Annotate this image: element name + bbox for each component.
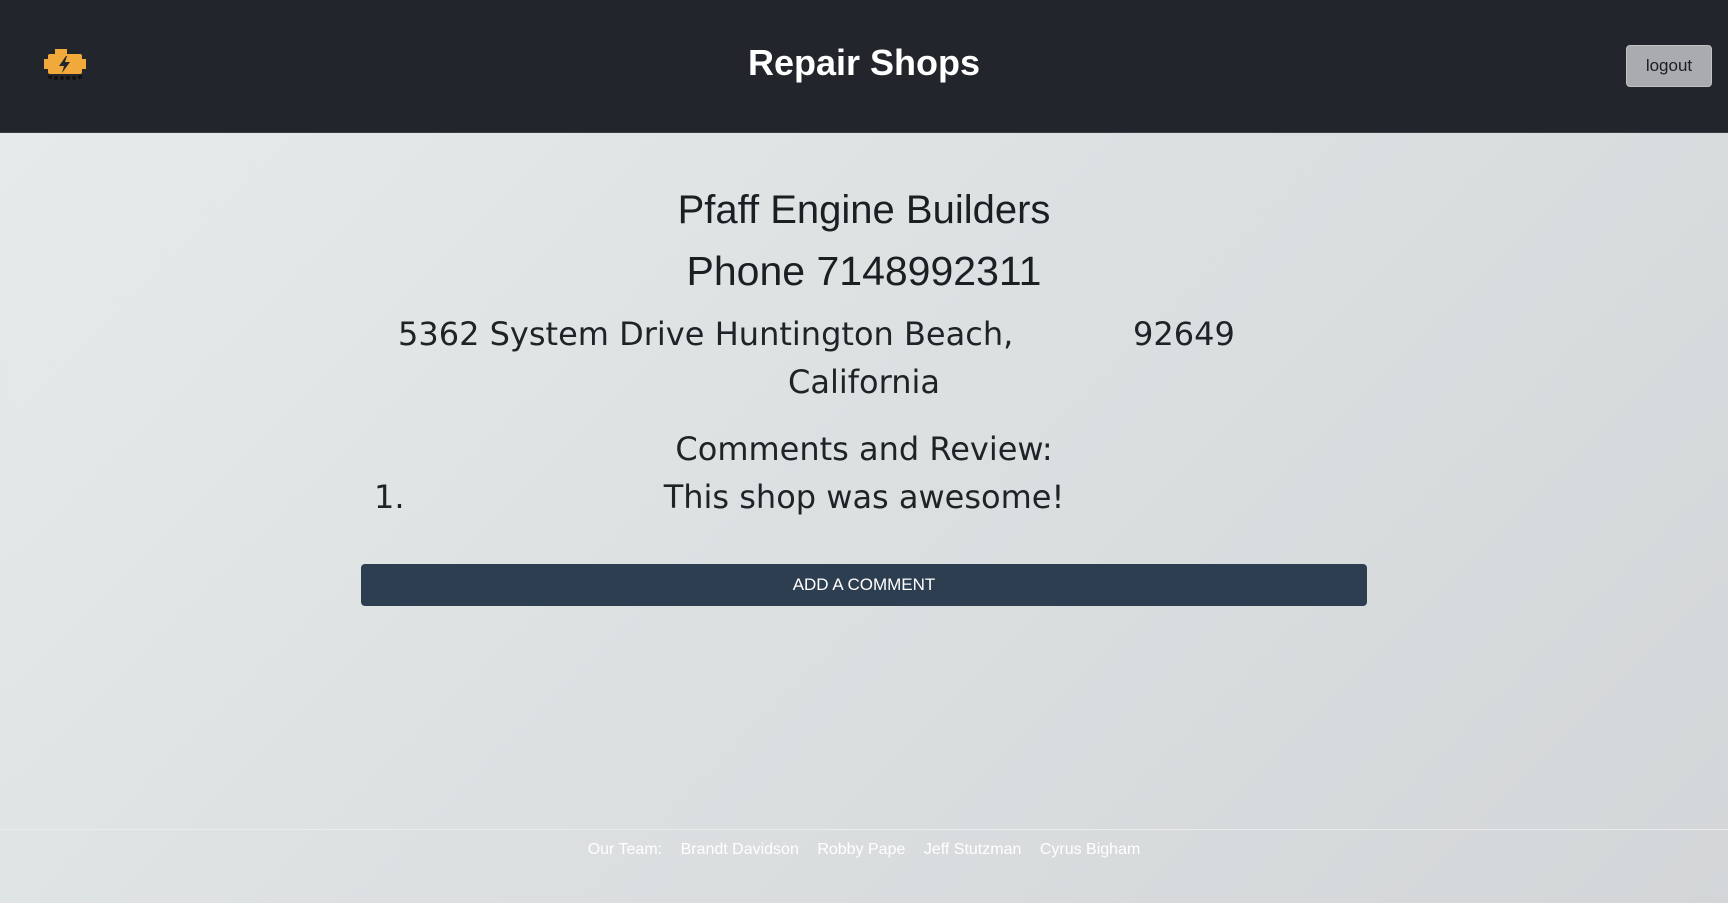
team-member: Brandt Davidson — [680, 841, 799, 858]
logout-button[interactable]: logout — [1626, 45, 1712, 87]
address-city-state: Huntington Beach, California — [714, 315, 1014, 401]
team-label: Our Team: — [587, 841, 663, 858]
add-comment-button[interactable]: ADD A COMMENT — [361, 564, 1367, 606]
shop-name: Pfaff Engine Builders — [677, 188, 1051, 232]
app-title: Repair Shops — [747, 42, 981, 83]
comment-text: This shop was awesome! — [663, 478, 1065, 516]
address-street: 5362 System Drive — [398, 315, 705, 353]
team-member: Robby Pape — [817, 841, 906, 858]
address-zip: 92649 — [1133, 315, 1235, 353]
top-navbar: Repair Shops logout — [0, 0, 1728, 133]
team-member: Jeff Stutzman — [923, 841, 1022, 858]
shop-phone: Phone 7148992311 — [686, 248, 1042, 294]
comments-heading: Comments and Review: — [675, 430, 1053, 468]
team-member: Cyrus Bigham — [1039, 841, 1141, 858]
team-list: Our Team: Brandt Davidson Robby Pape Jef… — [0, 841, 1728, 859]
footer: Our Team: Brandt Davidson Robby Pape Jef… — [0, 829, 1728, 903]
